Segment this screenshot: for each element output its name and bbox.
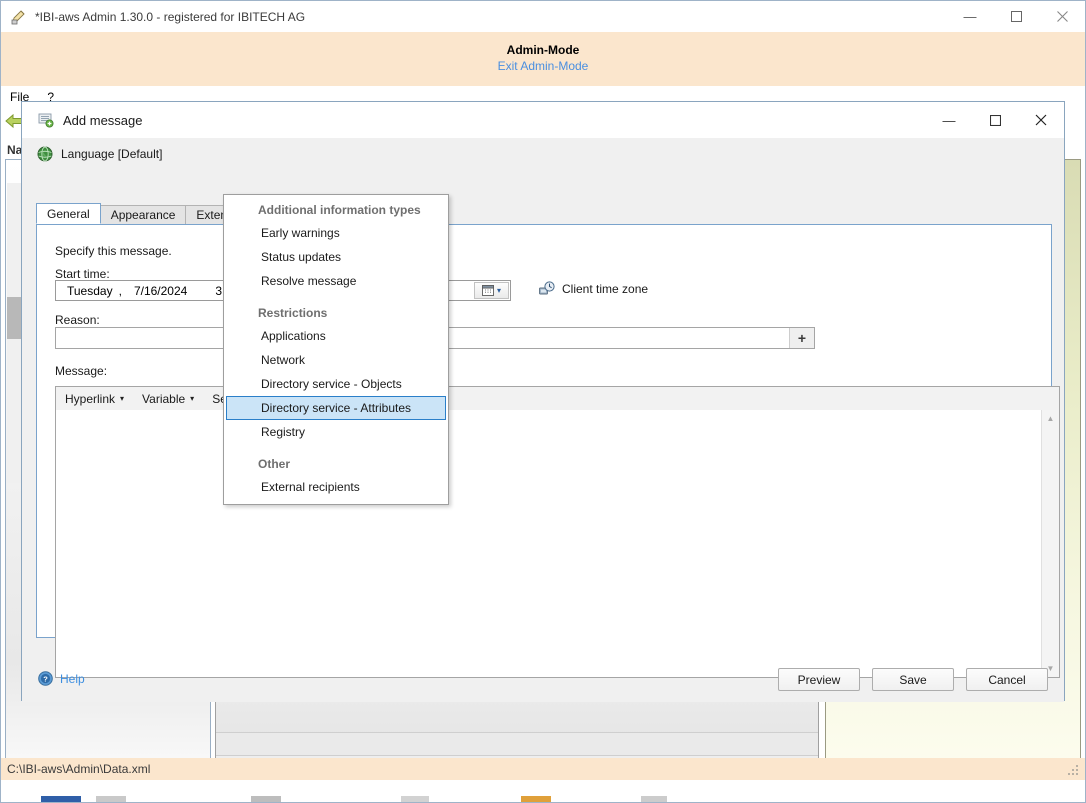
taskbar-item[interactable] xyxy=(521,796,551,802)
client-time-zone-row[interactable]: Client time zone xyxy=(539,281,648,296)
caret-down-icon: ▾ xyxy=(497,286,501,295)
start-time-comma: , xyxy=(116,284,125,298)
menu-item-external-recipients[interactable]: External recipients xyxy=(226,475,446,499)
instruction-text: Specify this message. xyxy=(55,244,172,258)
calendar-dropdown-button[interactable]: ▾ xyxy=(474,282,509,299)
background-list-summary-row xyxy=(216,732,818,756)
calendar-icon xyxy=(482,285,494,296)
taskbar-item[interactable] xyxy=(641,796,667,802)
menu-item-network[interactable]: Network xyxy=(226,348,446,372)
main-window-title: *IBI-aws Admin 1.30.0 - registered for I… xyxy=(35,10,305,24)
taskbar-item[interactable] xyxy=(251,796,281,802)
menu-group-header-other: Other xyxy=(224,453,448,475)
statusbar-path: C:\IBI-aws\Admin\Data.xml xyxy=(7,762,150,776)
save-button[interactable]: Save xyxy=(872,668,954,691)
client-time-zone-icon xyxy=(539,281,555,296)
menu-item-early-warnings[interactable]: Early warnings xyxy=(226,221,446,245)
dialog-body: Language [Default] General Appearance Ex… xyxy=(22,138,1064,702)
taskbar-item[interactable] xyxy=(96,796,126,802)
menu-item-status-updates[interactable]: Status updates xyxy=(226,245,446,269)
caret-down-icon: ▾ xyxy=(190,394,194,403)
maximize-button[interactable] xyxy=(993,1,1039,32)
dialog-tabstrip: General Appearance Extended + xyxy=(36,203,1052,224)
tab-general[interactable]: General xyxy=(36,203,101,224)
start-time-date[interactable]: 7/16/2024 xyxy=(131,284,190,298)
start-time-weekday[interactable]: Tuesday xyxy=(64,284,116,298)
editor-scrollbar[interactable]: ▲ ▼ xyxy=(1041,410,1059,677)
taskbar-item[interactable] xyxy=(401,796,429,802)
preview-button[interactable]: Preview xyxy=(778,668,860,691)
tab-appearance[interactable]: Appearance xyxy=(100,205,187,224)
main-window-titlebar: *IBI-aws Admin 1.30.0 - registered for I… xyxy=(1,1,1085,32)
cancel-button[interactable]: Cancel xyxy=(966,668,1048,691)
language-row[interactable]: Language [Default] xyxy=(37,146,162,162)
variable-label: Variable xyxy=(142,392,185,406)
caret-down-icon: ▾ xyxy=(120,394,124,403)
menu-item-directory-service-attributes[interactable]: Directory service - Attributes xyxy=(226,396,446,420)
message-editor[interactable]: Hyperlink ▾ Variable ▾ Select ▾ ▲ ▼ xyxy=(55,386,1060,678)
variable-dropdown[interactable]: Variable ▾ xyxy=(133,387,203,410)
add-message-dialog: Add message — xyxy=(21,101,1065,701)
dialog-titlebar: Add message — xyxy=(22,102,1064,138)
editor-toolbar: Hyperlink ▾ Variable ▾ Select ▾ xyxy=(56,387,1059,411)
admin-mode-banner: Admin-Mode Exit Admin-Mode xyxy=(1,32,1085,86)
app-pen-icon xyxy=(11,9,27,25)
minimize-button[interactable]: — xyxy=(947,1,993,32)
language-label: Language [Default] xyxy=(61,147,162,161)
menu-group-header-additional: Additional information types xyxy=(224,199,448,221)
reason-add-button[interactable]: + xyxy=(789,328,814,348)
menu-separator xyxy=(224,293,448,302)
menu-item-applications[interactable]: Applications xyxy=(226,324,446,348)
start-time-label: Start time: xyxy=(55,267,110,281)
menu-item-directory-service-objects[interactable]: Directory service - Objects xyxy=(226,372,446,396)
menu-group-header-restrictions: Restrictions xyxy=(224,302,448,324)
reason-label: Reason: xyxy=(55,313,100,327)
exit-admin-mode-link[interactable]: Exit Admin-Mode xyxy=(498,59,589,73)
menu-item-registry[interactable]: Registry xyxy=(226,420,446,444)
menu-separator xyxy=(224,444,448,453)
message-label: Message: xyxy=(55,364,107,378)
main-window-controls: — xyxy=(947,1,1085,32)
dialog-minimize-button[interactable]: — xyxy=(926,102,972,138)
help-link[interactable]: ? Help xyxy=(38,671,85,686)
svg-text:?: ? xyxy=(43,675,48,684)
tree-scrollbar-thumb[interactable] xyxy=(7,297,21,339)
menu-item-resolve-message[interactable]: Resolve message xyxy=(226,269,446,293)
help-icon: ? xyxy=(38,671,53,686)
admin-mode-title: Admin-Mode xyxy=(1,32,1085,58)
taskbar-item[interactable] xyxy=(41,796,81,802)
add-message-icon xyxy=(38,112,54,128)
taskbar-strip xyxy=(1,780,1085,802)
globe-icon xyxy=(37,146,53,162)
application-window: *IBI-aws Admin 1.30.0 - registered for I… xyxy=(0,0,1086,803)
close-button[interactable] xyxy=(1039,1,1085,32)
message-body-area[interactable] xyxy=(56,410,1042,677)
dialog-title: Add message xyxy=(63,113,143,128)
statusbar: C:\IBI-aws\Admin\Data.xml xyxy=(1,758,1085,780)
help-label: Help xyxy=(60,672,85,686)
scroll-up-icon[interactable]: ▲ xyxy=(1042,410,1059,427)
add-information-type-menu: Additional information types Early warni… xyxy=(223,194,449,505)
dialog-button-row: Preview Save Cancel xyxy=(778,668,1048,691)
dialog-close-button[interactable] xyxy=(1018,102,1064,138)
resize-grip-icon[interactable] xyxy=(1068,765,1080,777)
client-time-zone-label: Client time zone xyxy=(562,282,648,296)
hyperlink-dropdown[interactable]: Hyperlink ▾ xyxy=(56,387,133,410)
hyperlink-label: Hyperlink xyxy=(65,392,115,406)
dialog-maximize-button[interactable] xyxy=(972,102,1018,138)
dialog-window-controls: — xyxy=(926,102,1064,138)
